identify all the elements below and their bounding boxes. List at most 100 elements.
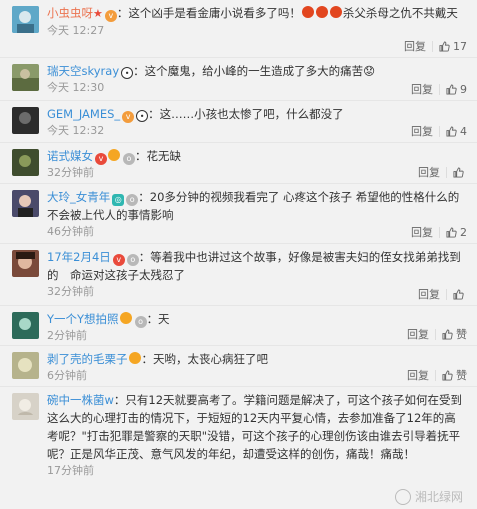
divider [435,369,436,381]
comment-item: 碗中一株菌w：只有12天就要高考了。学籍问题是解决了，可这个孩子如何在受到这么大… [0,387,477,492]
reply-button[interactable]: 回复 [411,224,433,240]
avatar[interactable] [12,107,39,134]
reply-button[interactable]: 回复 [407,326,429,342]
vip-badge-icon: v [104,10,117,22]
angry-emoji-icon [301,6,314,18]
thumbs-up-icon [446,226,457,238]
panda-badge-icon: • [136,110,149,122]
reply-button[interactable]: 回复 [418,164,440,180]
username[interactable]: 剥了壳的毛栗子 [47,352,128,366]
timestamp: 今天 12:32 [47,124,105,137]
avatar[interactable] [12,190,39,217]
avatar[interactable] [12,149,39,176]
username[interactable]: 瑞天空skyray [47,64,119,78]
divider [439,83,440,95]
thumbs-up-icon [446,125,457,137]
level-badge-icon: o [126,194,139,206]
comment-text: ：天哟，太丧心病狂了吧 [141,352,269,366]
comment-item: GEM_JAMES_ v • ：这……小孩也太惨了吧，什么都没了 今天 12:32 回… [0,101,477,143]
comment-text: ：天 [146,312,170,326]
avatar[interactable] [12,393,39,420]
divider [435,328,436,340]
level-badge-icon: o [134,316,147,328]
watermark-logo-icon [394,488,411,505]
emoji-icon [119,312,132,324]
comment-item: Y一个Y想拍照 o ：天 2分钟前 回复 赞 [0,306,477,346]
timestamp: 17分钟前 [47,464,94,477]
divider [446,166,447,178]
timestamp: 46分钟前 [47,225,94,238]
thumbs-up-icon [446,83,457,95]
timestamp: 32分钟前 [47,166,94,179]
emoji-icon [128,352,141,364]
comment-text: ：这……小孩也太惨了吧，什么都没了 [148,107,344,121]
reply-button[interactable]: 回复 [404,38,426,54]
comment-text: ：花无缺 [135,149,181,163]
like-button[interactable] [453,288,467,300]
vip-badge-icon: v [122,111,135,123]
level-badge-icon: o [126,254,139,266]
thumbs-up-icon [442,369,453,381]
username[interactable]: 诺式媒女 [47,149,93,163]
timestamp: 今天 12:30 [47,81,105,94]
like-count: 2 [460,225,467,239]
thumbs-up-icon [453,166,464,178]
username[interactable]: 小虫虫呀 [47,6,93,20]
like-button[interactable] [453,166,467,178]
divider [439,125,440,137]
thumbs-up-icon [442,328,453,340]
username[interactable]: 大玲_女青年 [47,190,110,204]
avatar[interactable] [12,6,39,33]
like-button[interactable]: 4 [446,125,467,138]
avatar[interactable] [12,352,39,379]
reply-button[interactable]: 回复 [411,123,433,139]
thumbs-up-icon [439,40,450,52]
like-label: 赞 [456,369,467,382]
timestamp: 6分钟前 [47,369,87,382]
reply-button[interactable]: 回复 [418,286,440,302]
comment-item: 剥了壳的毛栗子 ：天哟，太丧心病狂了吧 6分钟前 回复 赞 [0,346,477,387]
angry-emoji-icon [329,6,342,18]
divider [432,40,433,52]
avatar[interactable] [12,312,39,339]
avatar[interactable] [12,250,39,277]
comment-feed: 小虫虫呀★ v ：这个凶手是看金庸小说看多了吗！ 杀父杀母之仇不共戴天 今天 12:2… [0,0,477,509]
avatar[interactable] [12,64,39,91]
like-label: 赞 [456,328,467,341]
level-badge-icon: o [123,153,135,165]
like-button[interactable]: 17 [439,40,467,53]
like-button[interactable]: 9 [446,83,467,96]
reply-button[interactable]: 回复 [407,367,429,383]
reply-button[interactable]: 回复 [411,81,433,97]
like-count: 4 [460,124,467,138]
camera-badge-icon: ◎ [112,194,125,206]
thumbs-up-icon [453,288,464,300]
comment-item: 小虫虫呀★ v ：这个凶手是看金庸小说看多了吗！ 杀父杀母之仇不共戴天 今天 12:2… [0,0,477,58]
username[interactable]: GEM_JAMES_ [47,107,120,121]
angry-emoji-icon [315,6,328,18]
comment-item: 大玲_女青年 ◎ o ：20多分钟的视频我看完了 心疼这个孩子 希望他的性格什么的不会… [0,184,477,244]
timestamp: 32分钟前 [47,285,94,298]
vip-badge-icon: v [112,254,125,266]
star-icon: ★ [93,7,103,20]
username[interactable]: Y一个Y想拍照 [47,312,119,326]
like-count: 17 [453,39,467,53]
divider [446,288,447,300]
divider [439,226,440,238]
username[interactable]: 碗中一株菌w [47,393,114,407]
timestamp: 2分钟前 [47,329,87,342]
like-button[interactable]: 赞 [442,367,467,383]
emoji-icon [108,149,120,161]
comment-text: ：这个魔鬼，给小峰的一生造成了多大的痛苦😟 [133,64,376,78]
like-button[interactable]: 赞 [442,326,467,342]
comment-text-tail: 杀父杀母之仇不共戴天 [342,6,458,20]
vip-badge-icon: v [95,153,107,165]
comment-item: 17年2月4日 v o ：等着我中也讲过这个故事，好像是被害夫妇的侄女找弟弟找到的 命… [0,244,477,306]
like-count: 9 [460,82,467,96]
comment-item: 瑞天空skyray • ：这个魔鬼，给小峰的一生造成了多大的痛苦😟 今天 12:30… [0,58,477,101]
comment-text: ：这个凶手是看金庸小说看多了吗！ [116,6,301,20]
watermark-text: 湘北绿网 [414,490,463,504]
username[interactable]: 17年2月4日 [47,250,111,264]
like-button[interactable]: 2 [446,226,467,239]
watermark: 湘北绿网 [394,488,463,505]
